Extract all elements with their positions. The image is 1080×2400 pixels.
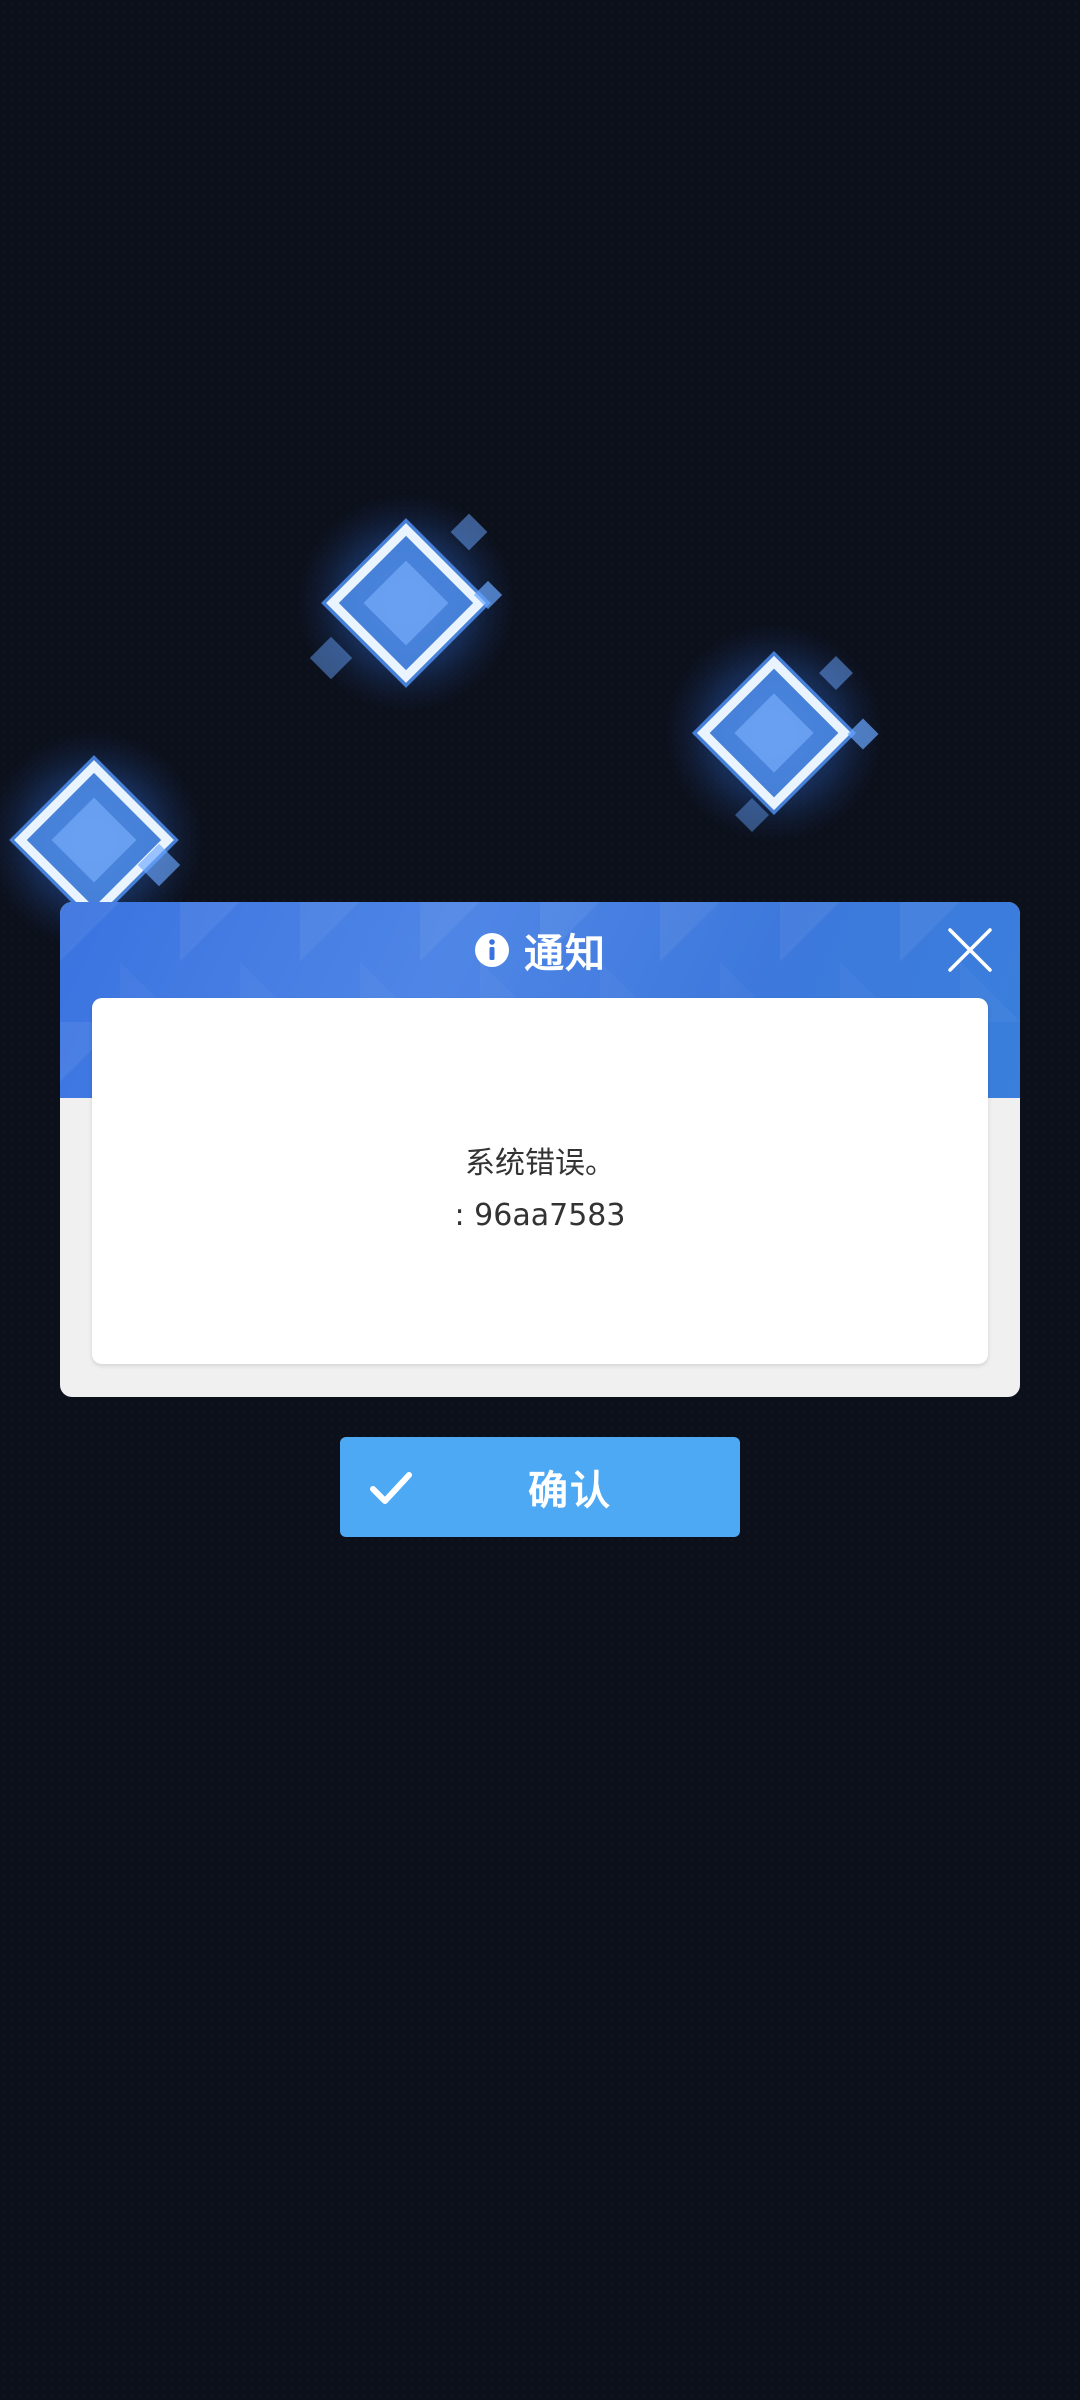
error-message: 系统错误。	[465, 1146, 615, 1181]
diamond-gem-icon	[664, 623, 884, 843]
notification-dialog: 通知 系统错误。 : 96aa7583	[60, 902, 1020, 1397]
confirm-button[interactable]: 确认	[340, 1437, 740, 1537]
confirm-label: 确认	[528, 1468, 612, 1514]
close-icon	[948, 928, 992, 972]
dialog-title-row: 通知	[60, 902, 1020, 998]
screen: 通知 系统错误。 : 96aa7583 确认	[0, 0, 1080, 2400]
close-button[interactable]	[946, 926, 994, 974]
diamond-gem-icon	[296, 493, 516, 713]
dialog-title: 通知	[524, 931, 606, 977]
dialog-body: 系统错误。 : 96aa7583	[92, 998, 988, 1364]
info-icon	[474, 932, 510, 968]
error-code: : 96aa7583	[454, 1198, 626, 1233]
